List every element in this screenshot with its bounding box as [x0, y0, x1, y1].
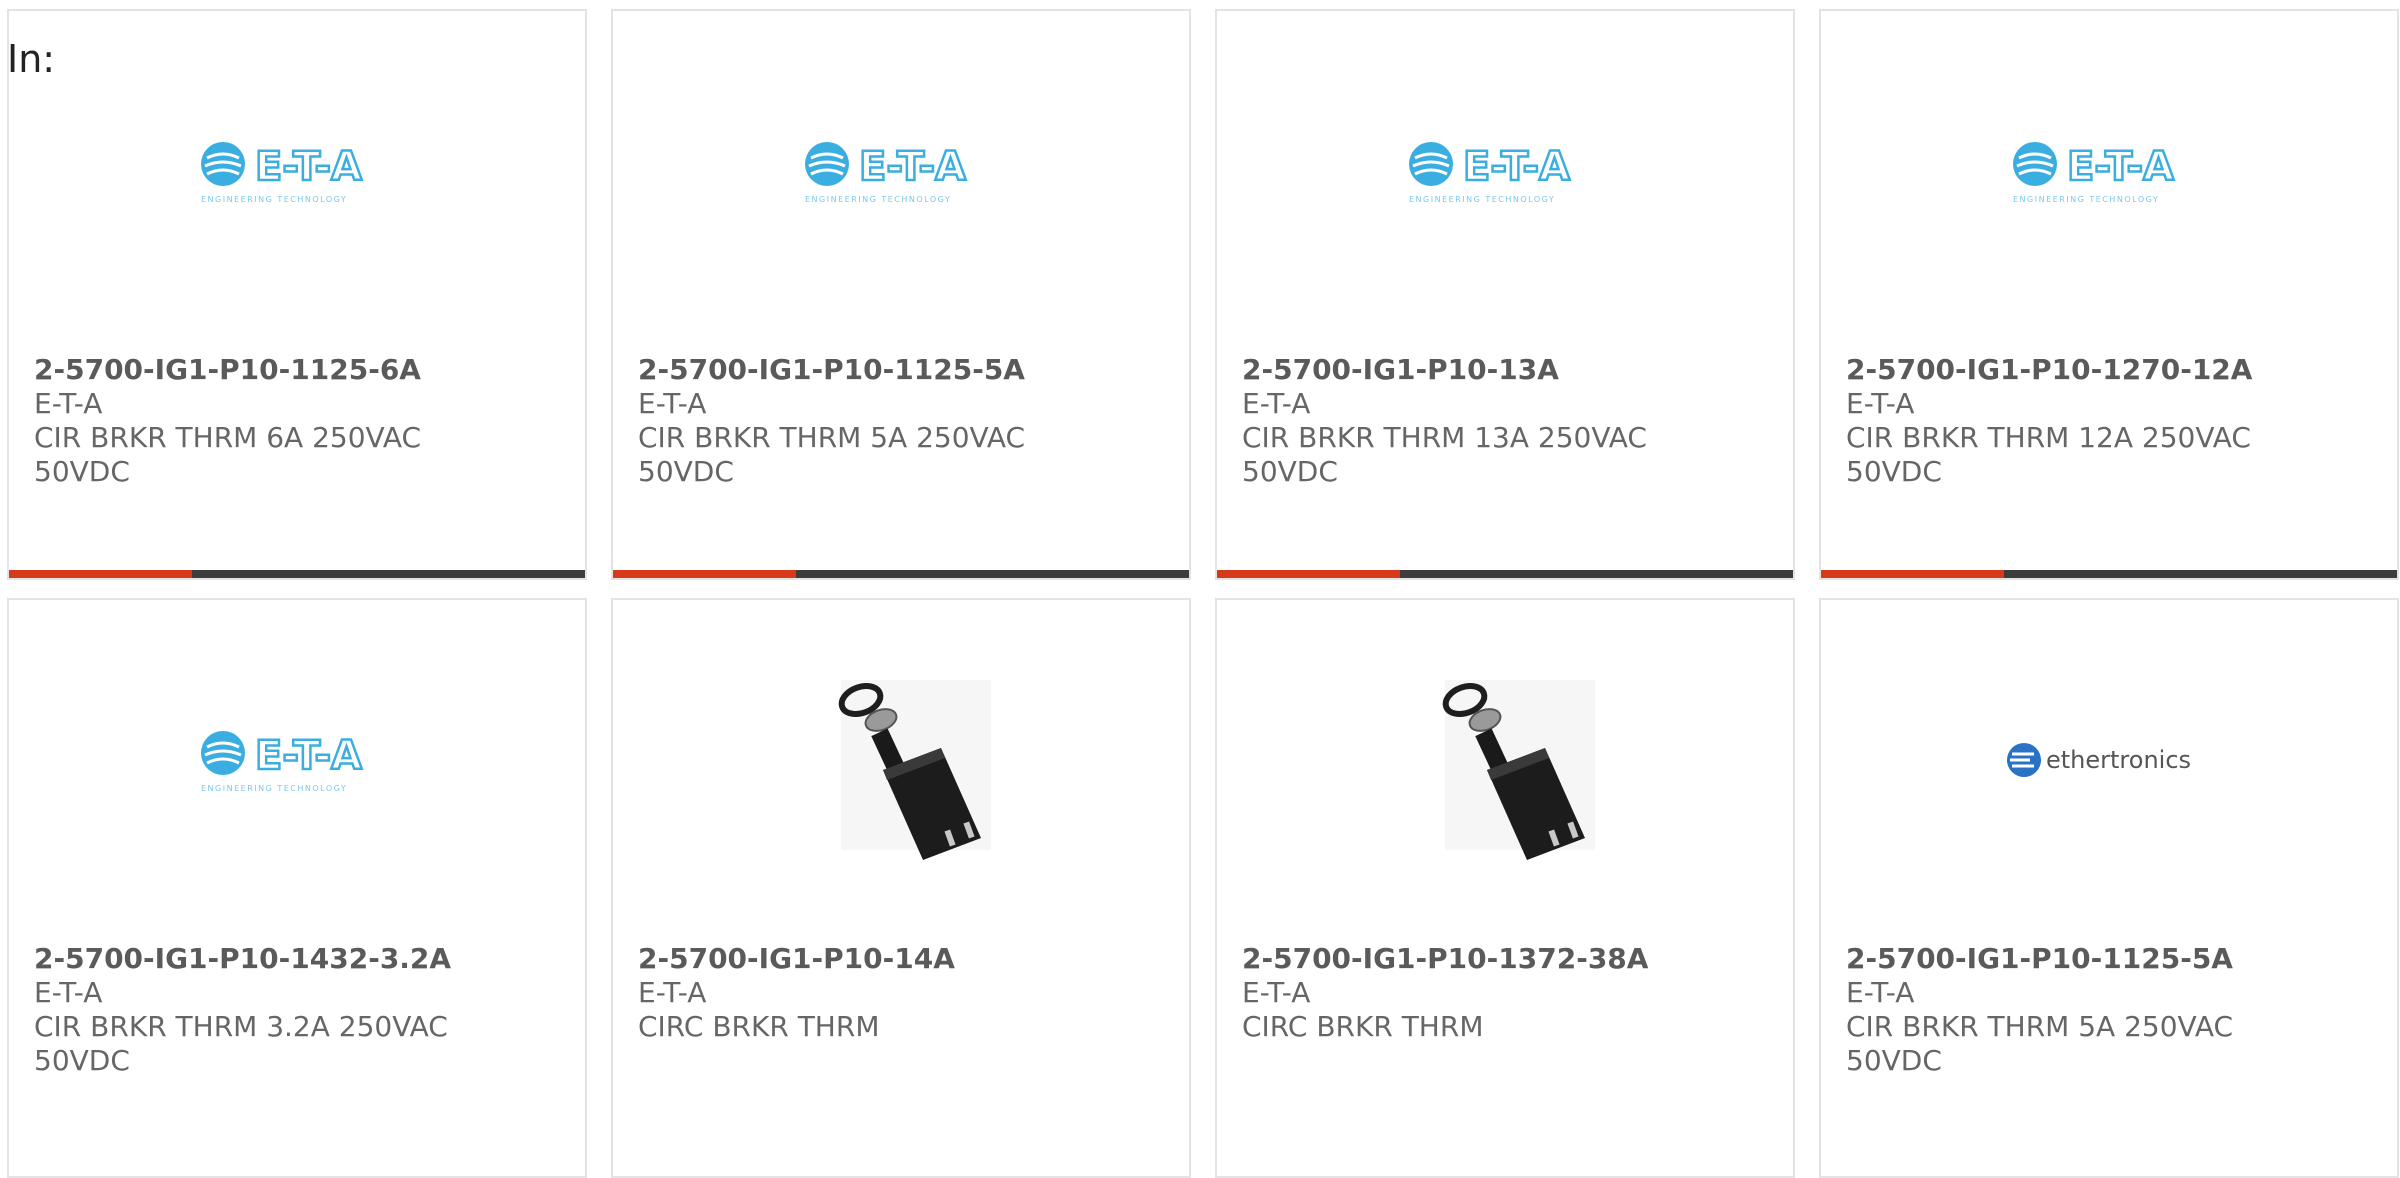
part-number-link[interactable]: 2-5700-IG1-P10-1125-5A — [638, 353, 1169, 387]
svg-text:E-T-A: E-T-A — [255, 144, 362, 190]
description: CIR BRKR THRM 3.2A 250VAC — [34, 1010, 448, 1043]
product-thumbnail[interactable]: E-T-A ENGINEERING TECHNOLOGY — [9, 600, 585, 920]
svg-text:E-T-A: E-T-A — [1463, 144, 1570, 190]
description-line-2: 50VDC — [34, 1044, 130, 1077]
card-progress-accent — [1821, 570, 2004, 578]
svg-text:ENGINEERING TECHNOLOGY: ENGINEERING TECHNOLOGY — [201, 784, 347, 793]
eta-logo-icon: E-T-A ENGINEERING TECHNOLOGY — [201, 731, 363, 793]
product-info: 2-5700-IG1-P10-13A E-T-A CIR BRKR THRM 1… — [1242, 353, 1773, 489]
description-line-2: 50VDC — [1846, 1044, 1942, 1077]
product-thumbnail[interactable]: E-T-A ENGINEERING TECHNOLOGY — [613, 11, 1189, 331]
product-card[interactable]: E-T-A ENGINEERING TECHNOLOGY 2-5700-IG1-… — [1215, 9, 1795, 580]
manufacturer: E-T-A — [1846, 976, 1915, 1009]
description-line-2: 50VDC — [34, 455, 130, 488]
description: CIR BRKR THRM 6A 250VAC — [34, 421, 422, 454]
svg-text:ENGINEERING TECHNOLOGY: ENGINEERING TECHNOLOGY — [805, 195, 951, 204]
card-progress-accent — [9, 570, 192, 578]
svg-text:E-T-A: E-T-A — [255, 733, 362, 779]
manufacturer: E-T-A — [1242, 976, 1311, 1009]
eta-logo-icon: E-T-A ENGINEERING TECHNOLOGY — [2013, 142, 2175, 204]
card-progress-bar — [9, 570, 585, 578]
description-line-2: 50VDC — [1242, 455, 1338, 488]
product-thumbnail[interactable] — [1217, 600, 1793, 920]
svg-text:ENGINEERING TECHNOLOGY: ENGINEERING TECHNOLOGY — [201, 195, 347, 204]
product-thumbnail[interactable]: ethertronics — [1821, 600, 2397, 920]
part-number-link[interactable]: 2-5700-IG1-P10-1125-5A — [1846, 942, 2377, 976]
description-line-2: 50VDC — [638, 455, 734, 488]
part-number-link[interactable]: 2-5700-IG1-P10-13A — [1242, 353, 1773, 387]
circuit-breaker-photo-icon — [1442, 680, 1595, 860]
manufacturer: E-T-A — [1846, 387, 1915, 420]
product-thumbnail[interactable]: E-T-A ENGINEERING TECHNOLOGY — [1217, 11, 1793, 331]
product-card[interactable]: 2-5700-IG1-P10-1372-38A E-T-A CIRC BRKR … — [1215, 598, 1795, 1178]
description: CIR BRKR THRM 5A 250VAC — [638, 421, 1026, 454]
filter-label: In: — [7, 37, 56, 81]
product-card[interactable]: E-T-A ENGINEERING TECHNOLOGY 2-5700-IG1-… — [1819, 9, 2399, 580]
product-info: 2-5700-IG1-P10-1125-5A E-T-A CIR BRKR TH… — [1846, 942, 2377, 1078]
svg-text:ethertronics: ethertronics — [2046, 746, 2191, 774]
svg-text:ENGINEERING TECHNOLOGY: ENGINEERING TECHNOLOGY — [1409, 195, 1555, 204]
eta-logo-icon: E-T-A ENGINEERING TECHNOLOGY — [805, 142, 967, 204]
product-grid: E-T-A ENGINEERING TECHNOLOGY 2-5700-IG1-… — [0, 0, 2400, 1178]
product-card[interactable]: E-T-A ENGINEERING TECHNOLOGY 2-5700-IG1-… — [611, 9, 1191, 580]
description-line-2: 50VDC — [1846, 455, 1942, 488]
eta-logo-icon: E-T-A ENGINEERING TECHNOLOGY — [1409, 142, 1571, 204]
part-number-link[interactable]: 2-5700-IG1-P10-1270-12A — [1846, 353, 2377, 387]
product-card[interactable]: ethertronics 2-5700-IG1-P10-1125-5A E-T-… — [1819, 598, 2399, 1178]
manufacturer: E-T-A — [638, 976, 707, 1009]
manufacturer: E-T-A — [34, 387, 103, 420]
svg-text:E-T-A: E-T-A — [859, 144, 966, 190]
product-card[interactable]: 2-5700-IG1-P10-14A E-T-A CIRC BRKR THRM — [611, 598, 1191, 1178]
description: CIR BRKR THRM 12A 250VAC — [1846, 421, 2251, 454]
product-info: 2-5700-IG1-P10-1270-12A E-T-A CIR BRKR T… — [1846, 353, 2377, 489]
product-info: 2-5700-IG1-P10-14A E-T-A CIRC BRKR THRM — [638, 942, 1169, 1044]
product-card[interactable]: E-T-A ENGINEERING TECHNOLOGY 2-5700-IG1-… — [7, 9, 587, 580]
part-number-link[interactable]: 2-5700-IG1-P10-1432-3.2A — [34, 942, 565, 976]
part-number-link[interactable]: 2-5700-IG1-P10-1372-38A — [1242, 942, 1773, 976]
ethertronics-logo-icon: ethertronics — [2007, 743, 2191, 777]
product-card[interactable]: E-T-A ENGINEERING TECHNOLOGY 2-5700-IG1-… — [7, 598, 587, 1178]
description: CIRC BRKR THRM — [1242, 1010, 1484, 1043]
circuit-breaker-photo-icon — [838, 680, 991, 860]
card-progress-accent — [613, 570, 796, 578]
manufacturer: E-T-A — [638, 387, 707, 420]
part-number-link[interactable]: 2-5700-IG1-P10-14A — [638, 942, 1169, 976]
description: CIRC BRKR THRM — [638, 1010, 880, 1043]
manufacturer: E-T-A — [1242, 387, 1311, 420]
part-number-link[interactable]: 2-5700-IG1-P10-1125-6A — [34, 353, 565, 387]
product-info: 2-5700-IG1-P10-1432-3.2A E-T-A CIR BRKR … — [34, 942, 565, 1078]
product-info: 2-5700-IG1-P10-1125-6A E-T-A CIR BRKR TH… — [34, 353, 565, 489]
product-info: 2-5700-IG1-P10-1125-5A E-T-A CIR BRKR TH… — [638, 353, 1169, 489]
svg-text:E-T-A: E-T-A — [2067, 144, 2174, 190]
card-progress-bar — [1821, 570, 2397, 578]
product-thumbnail[interactable] — [613, 600, 1189, 920]
product-thumbnail[interactable]: E-T-A ENGINEERING TECHNOLOGY — [9, 11, 585, 331]
description: CIR BRKR THRM 13A 250VAC — [1242, 421, 1647, 454]
card-progress-accent — [1217, 570, 1400, 578]
product-thumbnail[interactable]: E-T-A ENGINEERING TECHNOLOGY — [1821, 11, 2397, 331]
svg-text:ENGINEERING TECHNOLOGY: ENGINEERING TECHNOLOGY — [2013, 195, 2159, 204]
product-info: 2-5700-IG1-P10-1372-38A E-T-A CIRC BRKR … — [1242, 942, 1773, 1044]
card-progress-bar — [1217, 570, 1793, 578]
manufacturer: E-T-A — [34, 976, 103, 1009]
card-progress-bar — [613, 570, 1189, 578]
description: CIR BRKR THRM 5A 250VAC — [1846, 1010, 2234, 1043]
eta-logo-icon: E-T-A ENGINEERING TECHNOLOGY — [201, 142, 363, 204]
